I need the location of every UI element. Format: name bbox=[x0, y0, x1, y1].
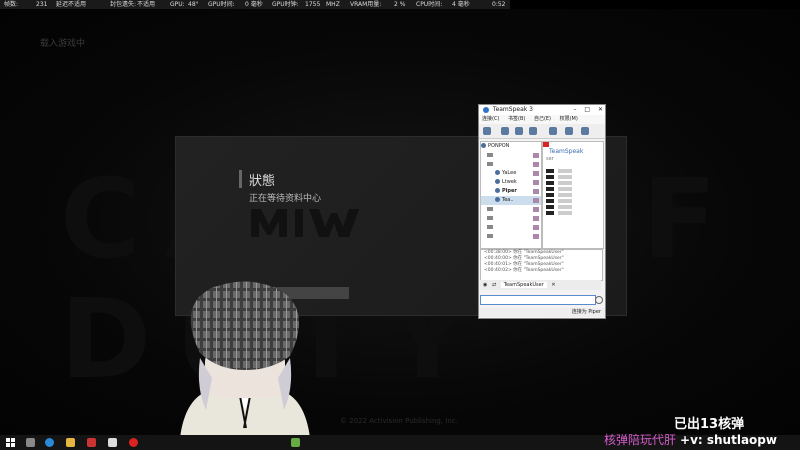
log-line: <00:40:02> 你在 "TeamSpeakUser" bbox=[484, 268, 564, 273]
gpu-clock-value: 1755 bbox=[305, 1, 321, 8]
user-icon bbox=[495, 179, 500, 184]
info-sub: ser bbox=[546, 156, 554, 162]
user-icon bbox=[495, 188, 500, 193]
close-icon[interactable]: ✕ bbox=[598, 106, 603, 113]
tree-row[interactable] bbox=[481, 160, 541, 169]
clock-value: 0:52 bbox=[492, 1, 506, 8]
user-icon bbox=[495, 170, 500, 175]
menu-bookmarks[interactable]: 书签(B) bbox=[508, 116, 525, 122]
gpu-clock-unit: MHZ bbox=[326, 1, 340, 8]
server-tab-icon[interactable]: ◉ bbox=[483, 282, 487, 288]
packet-loss-value: 不适用 bbox=[137, 1, 156, 8]
minimize-icon[interactable]: – bbox=[573, 106, 576, 113]
edge-browser-icon[interactable] bbox=[45, 438, 54, 447]
tab-close-icon[interactable]: ✕ bbox=[551, 282, 555, 288]
channel-tab-icon[interactable]: ⇄ bbox=[492, 282, 496, 288]
chat-input[interactable] bbox=[480, 295, 596, 305]
gpu-clock-label: GPU时钟: bbox=[272, 1, 299, 8]
channel-icon bbox=[487, 233, 493, 238]
ts-menubar: 连接(C) 书签(B) 自己(E) 权限(M) bbox=[479, 115, 605, 124]
tab-active-user[interactable]: TeamSpeakUser bbox=[500, 282, 547, 288]
app-icon-white[interactable] bbox=[108, 438, 117, 447]
app-icon-red[interactable] bbox=[87, 438, 96, 447]
gpu-temp-label: GPU: bbox=[170, 1, 185, 8]
stream-marquee: 核弹陪玩代肝 +v: shutlaopw bbox=[604, 431, 777, 448]
mic-icon[interactable] bbox=[529, 127, 537, 135]
marquee-contact: +v: shutlaopw bbox=[680, 433, 777, 447]
teamspeak-logo-icon bbox=[483, 106, 489, 113]
tree-row[interactable] bbox=[481, 205, 541, 214]
chat-log: <00:38:00> 你在 "TeamSpeakUser" <00:40:00>… bbox=[480, 249, 603, 281]
tree-row[interactable] bbox=[481, 223, 541, 232]
tree-row[interactable]: Ltwek bbox=[481, 178, 541, 187]
cpu-time-value: 4 毫秒 bbox=[452, 1, 470, 8]
windows-start-icon[interactable] bbox=[6, 438, 15, 447]
latency-value: 不适用 bbox=[68, 1, 87, 8]
cpu-time-label: CPU时间: bbox=[416, 1, 443, 8]
channel-tree: PONPON YaLee Ltwek Piper Tea.. bbox=[480, 141, 542, 249]
menu-self[interactable]: 自己(E) bbox=[534, 116, 551, 122]
chat-tabs: ◉ ⇄ TeamSpeakUser ✕ bbox=[480, 280, 601, 290]
link-icon[interactable] bbox=[501, 127, 509, 135]
vtuber-avatar bbox=[180, 281, 310, 438]
tree-row[interactable]: Piper bbox=[481, 187, 541, 196]
fps-label: 帧数: bbox=[4, 1, 19, 8]
channel-icon bbox=[487, 224, 493, 229]
dialog-title: 狀態 bbox=[249, 174, 276, 189]
performance-overlay: 帧数: 231 延迟: 不适用 封包遗失: 不适用 GPU: 48° GPU时间… bbox=[0, 0, 510, 9]
user-icon[interactable] bbox=[565, 127, 573, 135]
contacts-icon[interactable] bbox=[581, 127, 589, 135]
maximize-icon[interactable]: □ bbox=[584, 106, 590, 113]
loading-corner-text: 载入游戏中 bbox=[40, 39, 86, 49]
connection-status: 连接为 Piper bbox=[571, 309, 601, 315]
tree-row[interactable] bbox=[481, 232, 541, 241]
ts-window-title: TeamSpeak 3 bbox=[492, 106, 533, 113]
connect-icon[interactable] bbox=[483, 127, 491, 135]
app-icon-circle[interactable] bbox=[129, 438, 138, 447]
emoji-icon[interactable] bbox=[595, 296, 603, 304]
tree-row[interactable] bbox=[481, 151, 541, 160]
away-icon[interactable] bbox=[515, 127, 523, 135]
gpu-time-label: GPU时间: bbox=[208, 1, 235, 8]
dialog-message: 正在等待资料中心 bbox=[249, 194, 322, 204]
server-row[interactable]: PONPON bbox=[481, 142, 541, 151]
user-icon bbox=[495, 197, 500, 202]
ts-toolbar bbox=[479, 124, 605, 139]
flag-icon bbox=[543, 142, 549, 147]
gpu-time-value: 0 毫秒 bbox=[245, 1, 263, 8]
file-explorer-icon[interactable] bbox=[66, 438, 75, 447]
ts-status-bar: 连接为 Piper bbox=[479, 308, 605, 317]
tree-row[interactable] bbox=[481, 214, 541, 223]
dialog-accent-bar bbox=[239, 170, 242, 188]
channel-icon bbox=[487, 215, 493, 220]
fps-value: 231 bbox=[36, 1, 48, 8]
mw-logo bbox=[251, 209, 359, 237]
speaker-icon[interactable] bbox=[549, 127, 557, 135]
game-taskbar-icon[interactable] bbox=[291, 438, 300, 447]
packet-loss-label: 封包遗失: bbox=[110, 1, 137, 8]
server-icon bbox=[481, 143, 486, 148]
vram-value: 2 % bbox=[394, 1, 406, 8]
info-panel: TeamSpeak ser bbox=[542, 141, 604, 249]
channel-icon bbox=[487, 206, 493, 211]
channel-icon bbox=[487, 152, 493, 157]
tree-row[interactable]: YaLee bbox=[481, 169, 541, 178]
teamspeak-window[interactable]: TeamSpeak 3 – □ ✕ 连接(C) 书签(B) 自己(E) 权限(M… bbox=[478, 104, 606, 319]
menu-permissions[interactable]: 权限(M) bbox=[560, 116, 578, 122]
stream-nuke-count: 已出13核弹 bbox=[674, 417, 745, 432]
taskview-icon[interactable] bbox=[26, 438, 35, 447]
tree-row[interactable]: Tea.. bbox=[481, 196, 541, 205]
gpu-temp-value: 48° bbox=[188, 1, 199, 8]
copyright-text: © 2022 Activision Publishing, Inc. bbox=[340, 417, 458, 425]
ts-titlebar[interactable]: TeamSpeak 3 – □ ✕ bbox=[479, 105, 605, 115]
info-name: TeamSpeak bbox=[549, 148, 584, 155]
channel-icon bbox=[487, 161, 493, 166]
menu-connections[interactable]: 连接(C) bbox=[482, 116, 499, 122]
vram-label: VRAM用量: bbox=[350, 1, 382, 8]
marquee-text: 核弹陪玩代肝 bbox=[604, 433, 677, 447]
